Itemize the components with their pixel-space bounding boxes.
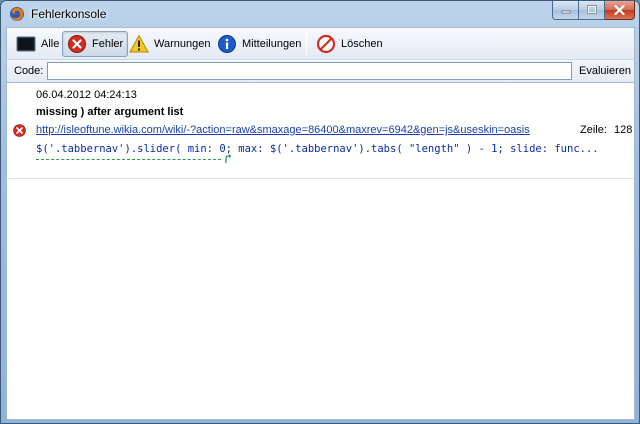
clear-label: Löschen [341, 38, 383, 50]
arrow-up-icon [225, 154, 232, 163]
code-input[interactable] [47, 62, 572, 80]
toolbar-separator [306, 33, 307, 55]
messages-button[interactable]: Mitteilungen [212, 31, 306, 57]
errors-label: Fehler [92, 38, 124, 50]
maximize-icon [586, 5, 597, 14]
entry-source-link[interactable]: http://isleoftune.wikia.com/wiki/-?actio… [36, 124, 530, 136]
toolbar: Alle Fehler Warnungen Mitteilungen Lösch… [6, 27, 635, 59]
close-button[interactable] [605, 1, 635, 20]
entry-source-code: $('.tabbernav').slider( min: 0; max: $('… [36, 143, 599, 155]
entry-timestamp: 06.04.2012 04:24:13 [36, 89, 137, 101]
firefox-icon [10, 7, 24, 21]
evaluate-button[interactable]: Evaluieren [577, 62, 633, 80]
entry-message: missing ) after argument list [36, 106, 184, 118]
message-list[interactable]: 06.04.2012 04:24:13 missing ) after argu… [6, 83, 635, 420]
maximize-button[interactable] [579, 1, 605, 20]
error-position-marker [36, 159, 221, 160]
all-button[interactable]: Alle [11, 31, 64, 57]
error-icon [13, 124, 26, 137]
entry-line-label: Zeile: [580, 124, 607, 136]
warnings-button[interactable]: Warnungen [124, 31, 215, 57]
all-label: Alle [41, 38, 60, 50]
errors-button[interactable]: Fehler [62, 31, 129, 57]
window-title: Fehlerkonsole [31, 7, 107, 21]
error-icon [68, 35, 86, 53]
clear-icon [316, 34, 336, 54]
console-icon [16, 36, 36, 52]
minimize-button[interactable] [552, 1, 579, 20]
list-item[interactable]: 06.04.2012 04:24:13 missing ) after argu… [7, 83, 634, 179]
warning-icon [129, 34, 149, 53]
messages-label: Mitteilungen [242, 38, 302, 50]
clear-button[interactable]: Löschen [311, 31, 388, 57]
info-icon [218, 35, 236, 53]
code-label: Code: [14, 65, 44, 77]
entry-line-number: 128 [614, 124, 633, 136]
error-console-window: Fehlerkonsole Alle Fehler Warnungen Mitt… [0, 0, 640, 424]
code-bar: Code: Evaluieren [6, 59, 635, 83]
warnings-label: Warnungen [154, 38, 211, 50]
minimize-icon [561, 10, 570, 14]
title-bar[interactable]: Fehlerkonsole [1, 1, 639, 27]
close-icon [614, 5, 625, 15]
